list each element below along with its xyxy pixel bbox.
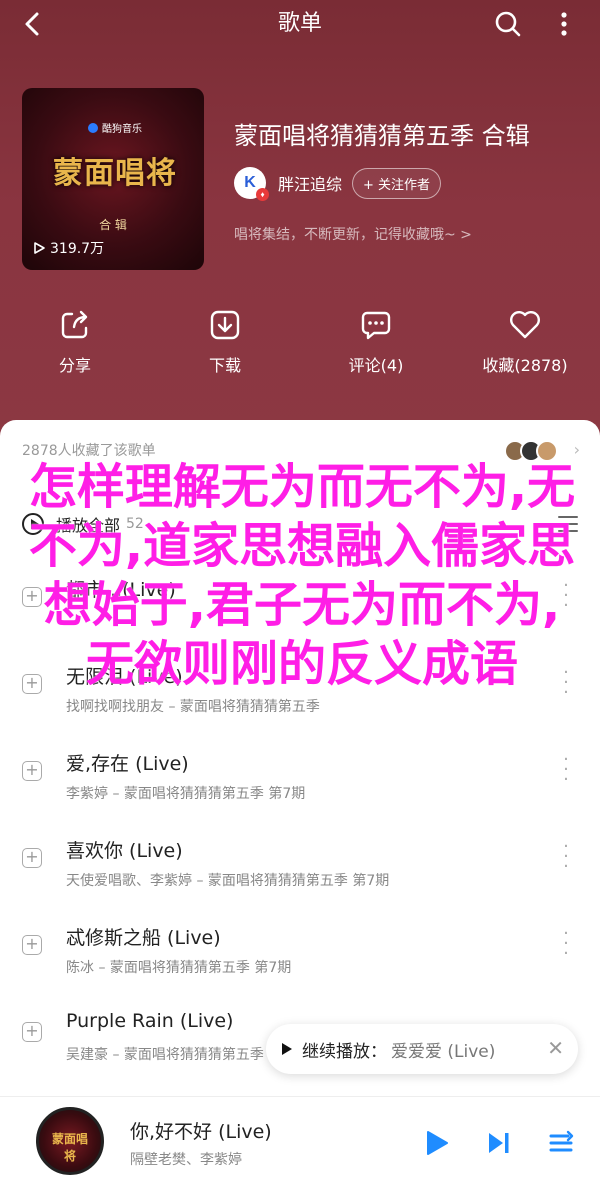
now-playing-cover[interactable]: 蒙面唱将 — [36, 1107, 104, 1175]
comment-icon — [361, 311, 391, 340]
resume-playback-toast[interactable]: 继续播放： 爱爱爱 (Live) ✕ — [266, 1024, 578, 1074]
favorite-label: 收藏(2878) — [482, 356, 568, 375]
list-item[interactable]: + 爱,存在 (Live) 李紫婷 – 蒙面唱将猜猜猜第五季 第7期 · · · — [0, 731, 600, 818]
download-label: 下载 — [208, 356, 241, 375]
add-icon[interactable]: + — [22, 1022, 42, 1042]
play-outline-icon — [34, 242, 45, 254]
more-vertical-icon[interactable]: · · · — [560, 751, 572, 789]
list-icon — [558, 516, 578, 532]
add-icon[interactable]: + — [22, 761, 42, 781]
song-subtitle: 李紫婷 – 蒙面唱将猜猜猜第五季 第7期 — [66, 786, 306, 802]
list-item[interactable]: + 忒修斯之船 (Live) 陈冰 – 蒙面唱将猜猜猜第五季 第7期 · · · — [0, 905, 600, 992]
song-subtitle: 找啊找啊找朋友 – 蒙面唱将猜猜猜第五季 — [66, 699, 320, 715]
song-title: Purple Rain (Live) — [66, 1010, 234, 1032]
play-all-label: 播放全部 — [56, 516, 121, 535]
song-title: 都市...(Live) — [66, 579, 176, 601]
playlist-queue-button[interactable] — [548, 1129, 574, 1161]
collectors-text: 2878人收藏了该歌单 — [22, 443, 156, 459]
disc-text: 蒙面唱将 — [51, 1132, 88, 1163]
now-playing-title: 你,好不好 (Live) — [130, 1121, 272, 1143]
list-item[interactable]: + 喜欢你 (Live) 天使爱唱歌、李紫婷 – 蒙面唱将猜猜猜第五季 第7期 … — [0, 818, 600, 905]
comment-label: 评论(4) — [348, 356, 404, 375]
collector-avatars — [504, 440, 558, 462]
playlist-header: 歌单 酷狗音乐 蒙面唱将 合 辑 319.7万 蒙面唱将猜猜猜第五季 合辑 K … — [0, 0, 600, 460]
album-description[interactable]: 唱将集结，不断更新，记得收藏哦~ > — [234, 224, 472, 244]
mini-player[interactable]: 蒙面唱将 你,好不好 (Live) 隔壁老樊、李紫婷 — [0, 1096, 600, 1189]
song-subtitle: 陈冰 – 蒙面唱将猜猜猜第五季 第7期 — [66, 960, 292, 976]
add-icon[interactable]: + — [22, 848, 42, 868]
more-vertical-icon[interactable]: · · · — [560, 925, 572, 963]
cover-logo: 蒙面唱将 — [53, 156, 177, 191]
play-count: 319.7万 — [32, 238, 104, 258]
song-subtitle: 天使爱唱歌、李紫婷 – 蒙面唱将猜猜猜第五季 第7期 — [66, 873, 390, 889]
album-title: 蒙面唱将猜猜猜第五季 合辑 — [234, 122, 530, 150]
resume-label: 继续播放： — [302, 1041, 387, 1062]
resume-song: 爱爱爱 (Live) — [391, 1041, 496, 1062]
more-button[interactable] — [548, 8, 580, 40]
next-track-icon — [489, 1133, 509, 1153]
list-item[interactable]: + 都市...(Live) · · · — [0, 557, 600, 644]
share-button[interactable]: 分享 — [10, 300, 140, 376]
play-icon — [427, 1131, 448, 1155]
more-vertical-icon[interactable]: · · · — [560, 838, 572, 876]
avatar — [536, 440, 558, 462]
artist-name[interactable]: 胖汪追综 — [278, 171, 342, 195]
play-button[interactable] — [424, 1129, 450, 1161]
cover-brand-text: 酷狗音乐 — [102, 124, 142, 135]
top-bar: 歌单 — [0, 0, 600, 48]
share-icon — [61, 310, 88, 339]
song-title: 爱,存在 (Live) — [66, 753, 189, 775]
download-button[interactable]: 下载 — [160, 300, 290, 376]
search-button[interactable] — [492, 8, 524, 40]
action-bar: 分享 下载 评论(4) 收藏(2878) — [0, 300, 600, 390]
vip-badge-icon: ♦ — [256, 188, 269, 201]
song-count: 52 — [126, 516, 144, 532]
play-circle-icon — [22, 513, 44, 535]
heart-icon — [510, 311, 540, 339]
song-title: 喜欢你 (Live) — [66, 840, 183, 862]
more-vertical-icon[interactable]: · · · — [560, 577, 572, 615]
now-playing-artist: 隔壁老樊、李紫婷 — [130, 1152, 242, 1168]
download-icon — [210, 310, 240, 340]
add-icon[interactable]: + — [22, 587, 42, 607]
search-icon — [495, 11, 521, 37]
song-subtitle: 吴建豪 – 蒙面唱将猜猜猜第五季 — [66, 1047, 264, 1063]
comment-button[interactable]: 评论(4) — [311, 300, 441, 376]
list-item[interactable]: + 无限泪 (Live) 找啊找啊找朋友 – 蒙面唱将猜猜猜第五季 · · · — [0, 644, 600, 731]
artist-row: K ♦ 胖汪追综 + 关注作者 — [234, 166, 442, 201]
chevron-right-icon: › — [573, 440, 580, 459]
cover-subtitle: 合 辑 — [99, 218, 127, 232]
play-count-value: 319.7万 — [50, 241, 105, 257]
more-vertical-icon[interactable]: · · · — [560, 664, 572, 702]
brand-logo-icon — [88, 122, 98, 133]
cover-brand: 酷狗音乐 — [88, 120, 142, 135]
add-icon[interactable]: + — [22, 935, 42, 955]
multi-select-button[interactable] — [556, 512, 580, 536]
more-vertical-icon — [561, 12, 567, 36]
close-icon[interactable]: ✕ — [547, 1037, 564, 1059]
album-cover[interactable]: 酷狗音乐 蒙面唱将 合 辑 319.7万 — [22, 88, 204, 270]
song-title: 无限泪 (Live) — [66, 666, 183, 688]
follow-button[interactable]: + 关注作者 — [352, 167, 442, 199]
favorite-button[interactable]: 收藏(2878) — [460, 300, 590, 376]
share-label: 分享 — [58, 356, 91, 375]
next-button[interactable] — [486, 1129, 512, 1161]
song-title: 忒修斯之船 (Live) — [66, 927, 221, 949]
queue-icon — [549, 1130, 574, 1152]
play-all-button[interactable]: 播放全部 52 — [22, 512, 144, 536]
collectors-row[interactable]: 2878人收藏了该歌单 › — [22, 440, 580, 464]
artist-avatar[interactable]: K ♦ — [234, 167, 269, 201]
add-icon[interactable]: + — [22, 674, 42, 694]
play-icon — [282, 1043, 292, 1055]
